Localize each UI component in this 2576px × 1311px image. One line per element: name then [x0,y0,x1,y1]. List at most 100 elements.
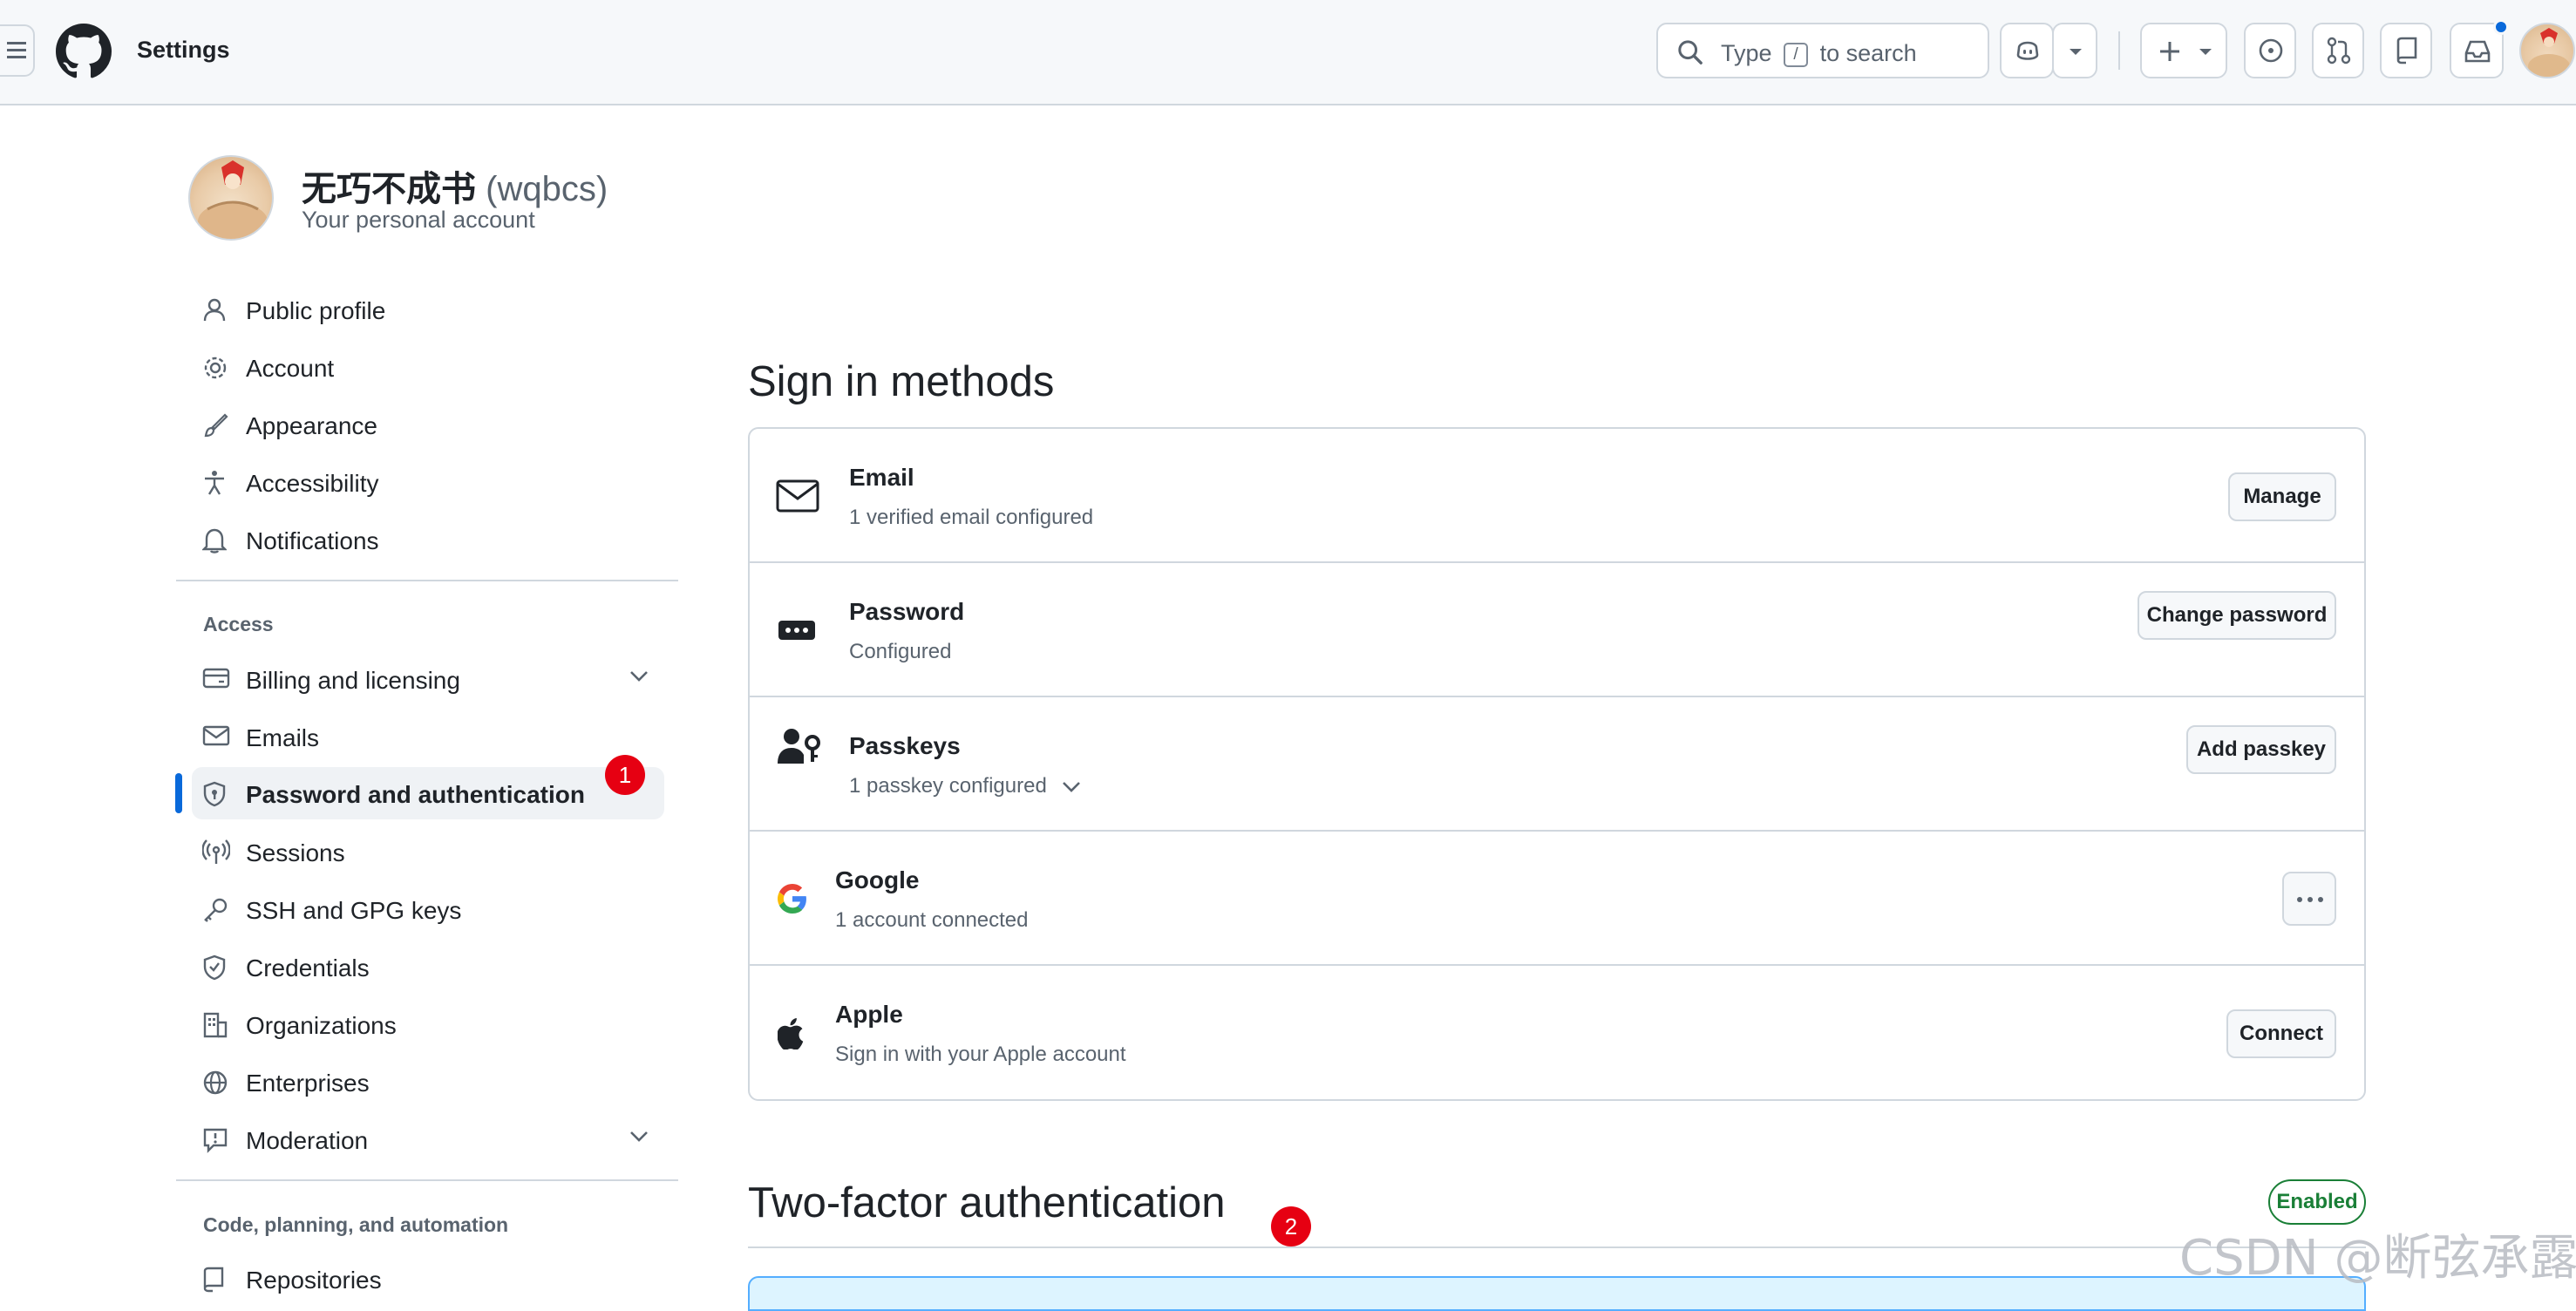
connect-apple-button[interactable]: Connect [2226,1009,2336,1058]
sidebar-item-label: Moderation [246,1127,369,1154]
credit-card-icon [202,668,230,689]
sidebar-item-label: Public profile [246,297,386,324]
change-password-button[interactable]: Change password [2138,591,2336,640]
manage-email-button[interactable]: Manage [2228,472,2336,521]
add-passkey-button[interactable]: Add passkey [2186,725,2336,774]
globe-icon [203,1070,228,1095]
repo-icon [2396,37,2417,65]
broadcast-icon [202,839,230,864]
sidebar-item-public-profile[interactable]: Public profile [192,283,664,336]
user-avatar[interactable] [2519,23,2575,78]
display-name: 无巧不成书 [302,170,476,208]
method-subtitle: 1 passkey configured [849,774,1047,798]
shield-lock-icon [203,781,226,807]
method-row-google: Google 1 account connected [750,832,2364,966]
page-title[interactable]: Settings [137,37,230,64]
copilot-button[interactable] [2000,23,2054,78]
sidebar-item-label: Sessions [246,839,345,866]
header-divider [2118,31,2120,70]
method-subtitle: 1 account connected [835,908,1029,932]
profile-avatar[interactable] [188,155,274,241]
issue-opened-icon [2259,38,2283,63]
triangle-down-icon [2070,49,2082,55]
sidebar-item-appearance[interactable]: Appearance [192,398,664,451]
sidebar-item-emails[interactable]: Emails [192,710,664,763]
sidebar-item-label: Repositories [246,1267,382,1294]
notification-dot [2493,19,2509,35]
method-subtitle: Sign in with your Apple account [835,1043,1126,1066]
person-icon [203,298,226,322]
sidebar-item-sessions[interactable]: Sessions [192,825,664,878]
sidebar-divider [176,1179,678,1181]
hamburger-icon [7,42,26,58]
sidebar-item-label: Notifications [246,527,379,554]
method-title: Apple [835,1001,903,1028]
organization-icon [203,1012,228,1038]
sidebar-item-notifications[interactable]: Notifications [192,513,664,566]
search-input[interactable]: Type / to search [1656,23,1989,78]
chevron-down-icon[interactable] [629,1131,649,1143]
copilot-icon [2016,41,2039,60]
two-factor-heading: Two-factor authentication [748,1179,1226,1226]
create-new-button[interactable] [2140,23,2227,78]
sidebar-item-repositories[interactable]: Repositories [192,1253,664,1305]
sidebar-item-label: Password and authentication [246,781,585,808]
sidebar-item-label: Account [246,355,335,382]
sidebar-item-label: Organizations [246,1012,397,1039]
search-placeholder: Type / to search [1721,40,1917,67]
google-options-button[interactable] [2282,872,2336,926]
password-icon [778,621,815,640]
method-title: Password [849,598,965,625]
method-title: Email [849,464,914,491]
sidebar-item-accessibility[interactable]: Accessibility [192,456,664,508]
menu-button[interactable] [0,24,35,77]
sidebar-divider [176,580,678,581]
sidebar-item-credentials[interactable]: Credentials [192,941,664,993]
copilot-menu-button[interactable] [2052,23,2097,78]
sidebar-item-moderation[interactable]: Moderation [192,1113,664,1165]
search-prefix: Type [1721,40,1772,66]
sidebar-item-label: SSH and GPG keys [246,897,462,924]
slash-key-hint: / [1784,43,1809,67]
sidebar-item-enterprises[interactable]: Enterprises [192,1056,664,1108]
sidebar-heading-code: Code, planning, and automation [203,1213,509,1236]
gear-icon [204,357,227,379]
issues-button[interactable] [2244,23,2296,78]
method-subtitle: Configured [849,640,952,663]
sidebar-item-label: Appearance [246,412,378,439]
chevron-down-icon[interactable] [1062,781,1081,793]
mail-icon [202,725,230,746]
sidebar-item-label: Billing and licensing [246,667,460,694]
sidebar-item-password-and-authentication[interactable]: Password and authentication [192,767,664,819]
profile-subtitle: Your personal account [302,207,535,233]
repositories-button[interactable] [2380,23,2432,78]
git-pull-request-icon [2327,37,2351,65]
username: (wqbcs) [486,170,608,208]
bell-icon [202,528,227,554]
top-header: Settings Type / to search [0,0,2576,105]
passkey-icon [778,729,820,764]
method-subtitle: 1 verified email configured [849,506,1094,529]
kebab-horizontal-icon [2297,897,2323,902]
sidebar-heading-access: Access [203,613,274,635]
sidebar-item-billing[interactable]: Billing and licensing [192,653,664,705]
sidebar-item-organizations[interactable]: Organizations [192,998,664,1050]
plus-icon [2160,42,2179,61]
method-title: Google [835,866,920,893]
watermark: CSDN @断弦承露 [2179,1230,2576,1287]
pull-requests-button[interactable] [2312,23,2364,78]
chevron-down-icon[interactable] [629,670,649,683]
repo-icon [203,1267,224,1293]
sign-in-methods-heading: Sign in methods [748,358,1055,405]
accessibility-icon [205,471,224,495]
key-icon [204,898,228,922]
method-row-password: Password Configured Change password [750,563,2364,697]
paintbrush-icon [204,413,228,438]
search-suffix: to search [1819,40,1917,66]
sidebar-item-account[interactable]: Account [192,341,664,393]
sidebar-item-label: Emails [246,724,320,751]
github-logo-icon[interactable] [56,24,112,84]
sidebar-item-ssh-gpg-keys[interactable]: SSH and GPG keys [192,883,664,935]
info-banner [748,1276,2366,1311]
sidebar-item-label: Accessibility [246,470,379,497]
